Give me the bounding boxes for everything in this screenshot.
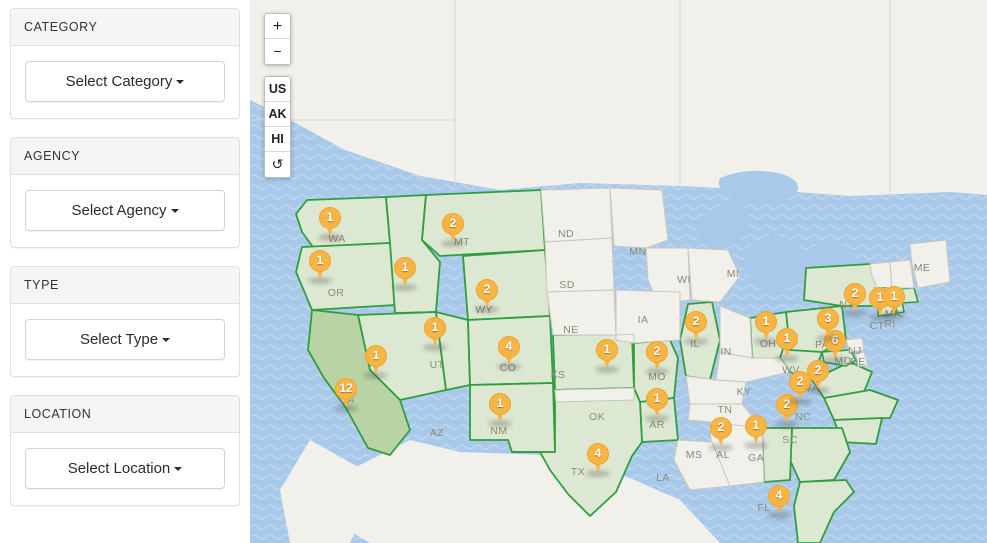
filter-body-category: Select Category	[11, 46, 239, 118]
marker-count: 2	[449, 216, 457, 230]
filter-header-category: CATEGORY	[11, 9, 239, 46]
map-marker-id[interactable]: 1	[393, 257, 417, 291]
marker-count: 3	[824, 311, 832, 325]
marker-count: 1	[326, 210, 334, 224]
select-type-button[interactable]: Select Type	[25, 319, 225, 360]
chevron-down-icon	[176, 80, 185, 85]
map-marker-wv[interactable]: 1	[775, 328, 799, 362]
map-marker-nv[interactable]: 1	[364, 345, 388, 379]
map-dashboard: CATEGORY Select Category AGENCY Select A…	[0, 0, 987, 543]
marker-count: 1	[752, 418, 760, 432]
marker-count: 1	[762, 314, 770, 328]
chevron-down-icon	[170, 209, 179, 214]
filter-panel-location: LOCATION Select Location	[10, 395, 240, 506]
marker-count: 1	[783, 331, 791, 345]
map-marker-ma[interactable]: 1	[882, 286, 906, 320]
marker-count: 4	[594, 446, 602, 460]
zoom-out-button[interactable]: −	[265, 39, 290, 64]
map-marker-fl[interactable]: 4	[767, 485, 791, 519]
select-location-button[interactable]: Select Location	[25, 448, 225, 489]
region-us-button[interactable]: US	[265, 77, 290, 102]
filter-header-agency: AGENCY	[11, 138, 239, 175]
region-controls: US AK HI ↺	[264, 76, 291, 178]
filter-body-agency: Select Agency	[11, 175, 239, 247]
filter-body-type: Select Type	[11, 304, 239, 376]
map-marker-oh[interactable]: 1	[754, 311, 778, 345]
map-marker-or[interactable]: 1	[308, 250, 332, 284]
marker-count: 2	[653, 344, 661, 358]
marker-count: 1	[603, 342, 611, 356]
map-marker-ut[interactable]: 1	[423, 317, 447, 351]
filter-panel-agency: AGENCY Select Agency	[10, 137, 240, 248]
region-hi-button[interactable]: HI	[265, 127, 290, 152]
marker-count: 1	[496, 396, 504, 410]
chevron-down-icon	[162, 338, 171, 343]
map-marker-ny[interactable]: 2	[843, 283, 867, 317]
select-category-button[interactable]: Select Category	[25, 61, 225, 102]
map-marker-wy[interactable]: 2	[475, 279, 499, 313]
map-marker-tx[interactable]: 4	[586, 443, 610, 477]
map-marker-va[interactable]: 2	[806, 360, 830, 394]
select-agency-button[interactable]: Select Agency	[25, 190, 225, 231]
map-marker-mo[interactable]: 2	[645, 341, 669, 375]
map-marker-il[interactable]: 2	[684, 311, 708, 345]
chevron-down-icon	[174, 467, 183, 472]
marker-count: 1	[431, 320, 439, 334]
region-ak-button[interactable]: AK	[265, 102, 290, 127]
marker-count: 2	[814, 363, 822, 377]
marker-count: 1	[316, 253, 324, 267]
map-marker-ca[interactable]: 12	[334, 378, 358, 412]
map-marker-nm[interactable]: 1	[488, 393, 512, 427]
map-marker-ar[interactable]: 1	[645, 388, 669, 422]
map-marker-mt[interactable]: 2	[441, 213, 465, 247]
filter-header-type: TYPE	[11, 267, 239, 304]
marker-count: 1	[890, 289, 898, 303]
zoom-controls: + −	[264, 13, 291, 65]
marker-count: 1	[653, 391, 661, 405]
us-choropleth-map[interactable]: WAORIDMTNDSDNEMNWIMIIAILINOHKYTNWYUTCOKS…	[250, 0, 987, 543]
select-location-label: Select Location	[67, 460, 171, 477]
marker-count: 1	[401, 260, 409, 274]
marker-count: 2	[692, 314, 700, 328]
select-type-label: Select Type	[79, 331, 159, 348]
reset-view-button[interactable]: ↺	[265, 152, 290, 177]
marker-count: 4	[505, 339, 513, 353]
filter-panel-type: TYPE Select Type	[10, 266, 240, 377]
map-marker-ga[interactable]: 1	[744, 415, 768, 449]
marker-count: 1	[372, 348, 380, 362]
marker-count: 12	[339, 381, 353, 395]
marker-count: 2	[483, 282, 491, 296]
map-marker-ks[interactable]: 1	[595, 339, 619, 373]
marker-count: 4	[775, 488, 783, 502]
select-category-label: Select Category	[65, 73, 173, 90]
map-canvas	[250, 0, 987, 543]
filters-sidebar: CATEGORY Select Category AGENCY Select A…	[0, 0, 250, 543]
filter-body-location: Select Location	[11, 433, 239, 505]
map-marker-pa[interactable]: 3	[816, 308, 840, 342]
filter-header-location: LOCATION	[11, 396, 239, 433]
map-marker-co[interactable]: 4	[497, 336, 521, 370]
map-marker-wa[interactable]: 1	[318, 207, 342, 241]
filter-panel-category: CATEGORY Select Category	[10, 8, 240, 119]
marker-count: 2	[717, 420, 725, 434]
marker-count: 2	[851, 286, 859, 300]
select-agency-label: Select Agency	[71, 202, 167, 219]
zoom-in-button[interactable]: +	[265, 14, 290, 39]
map-marker-al[interactable]: 2	[709, 417, 733, 451]
